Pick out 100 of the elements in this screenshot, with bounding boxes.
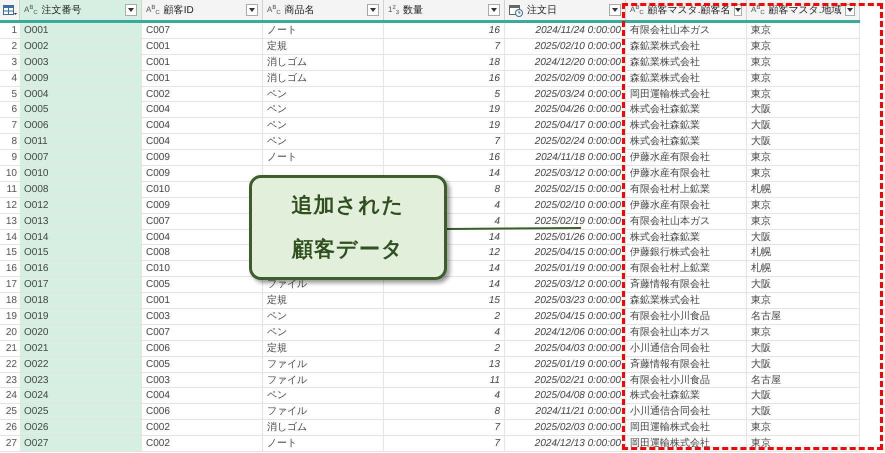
table-cell: C004 xyxy=(146,232,170,243)
table-cell: O010 xyxy=(24,168,48,180)
table-cell: ペン xyxy=(267,104,287,116)
filter-dropdown-button[interactable] xyxy=(367,4,379,16)
table-cell: 4 xyxy=(494,200,500,211)
row-number: 6 xyxy=(10,103,18,118)
table-cell: O015 xyxy=(24,247,48,258)
table-cell: 2 xyxy=(494,342,500,354)
table-cell: O019 xyxy=(24,311,48,322)
row-number: 8 xyxy=(10,135,18,150)
row-number: 3 xyxy=(10,56,18,70)
filter-dropdown-button[interactable] xyxy=(246,4,258,16)
table-icon[interactable] xyxy=(2,4,16,16)
table-cell: 大阪 xyxy=(751,232,771,243)
table-cell: 14 xyxy=(488,279,500,290)
row-number: 4 xyxy=(10,72,18,86)
table-cell: 4 xyxy=(494,326,500,338)
table-cell: 有限会社山本ガス xyxy=(630,216,710,227)
table-cell: 有限会社村上鉱業 xyxy=(630,184,710,195)
table-cell: 小川通信合同会社 xyxy=(630,342,710,354)
table-cell: C006 xyxy=(146,342,170,354)
caret-icon xyxy=(249,8,255,12)
table-cell: 消しゴム xyxy=(267,72,307,84)
table-cell: C010 xyxy=(146,263,170,274)
table-cell: 14 xyxy=(488,168,500,180)
row-number: 20 xyxy=(4,326,18,340)
column-header: 顧客ID xyxy=(164,4,195,18)
row-number: 23 xyxy=(4,374,18,388)
table-cell: 大阪 xyxy=(751,120,771,132)
table-cell: 東京 xyxy=(751,216,771,227)
table-cell: 東京 xyxy=(751,25,771,36)
table-cell: 2025/01/19 0:00:00 xyxy=(534,263,621,274)
table-cell: ノート xyxy=(267,25,297,36)
table-cell: 16 xyxy=(488,25,500,36)
row-number: 15 xyxy=(4,246,18,260)
table-cell: 4 xyxy=(494,216,500,227)
table-cell: C009 xyxy=(146,168,170,180)
caret-icon xyxy=(128,8,134,12)
table-cell: C004 xyxy=(146,136,170,148)
table-cell: 2025/01/19 0:00:00 xyxy=(534,358,621,370)
table-cell: 株式会社森鉱業 xyxy=(630,232,700,243)
calendar-clock-icon[interactable] xyxy=(509,4,523,16)
table-cell: 東京 xyxy=(751,168,771,180)
table-cell: 名古屋 xyxy=(751,311,781,322)
table-cell: 2024/12/06 0:00:00 xyxy=(534,326,621,338)
table-cell: 大阪 xyxy=(751,342,771,354)
table-cell: 8 xyxy=(494,406,500,418)
table-cell: 札幌 xyxy=(751,184,771,195)
table-cell: 大阪 xyxy=(751,279,771,290)
table-cell: 16 xyxy=(488,152,500,164)
table-cell: O020 xyxy=(24,326,48,338)
table-cell: 東京 xyxy=(751,88,771,100)
table-cell: O021 xyxy=(24,342,48,354)
table-cell: 2025/04/03 0:00:00 xyxy=(534,342,621,354)
table-cell: 森鉱業株式会社 xyxy=(630,56,700,68)
table-cell: 東京 xyxy=(751,56,771,68)
table-cell: C003 xyxy=(146,374,170,386)
table-cell: C010 xyxy=(146,184,170,195)
filter-dropdown-button[interactable] xyxy=(609,4,621,16)
table-cell: 伊藤水産有限会社 xyxy=(630,168,710,180)
table-cell: 2025/03/23 0:00:00 xyxy=(534,295,621,306)
row-number: 27 xyxy=(4,437,18,452)
filter-dropdown-button[interactable] xyxy=(488,4,500,16)
row-number: 1 xyxy=(10,24,18,38)
table-cell: 16 xyxy=(488,72,500,84)
table-cell: ファイル xyxy=(267,406,307,418)
table-cell: C009 xyxy=(146,152,170,164)
table-cell: O012 xyxy=(24,200,48,211)
table-cell: 14 xyxy=(488,232,500,243)
table-cell: C007 xyxy=(146,25,170,36)
table-cell: 2024/12/20 0:00:00 xyxy=(534,56,621,68)
table-cell: O011 xyxy=(24,136,48,148)
table-cell: C004 xyxy=(146,390,170,402)
table-cell: 札幌 xyxy=(751,263,771,274)
table-cell: 大阪 xyxy=(751,406,771,418)
table-cell: O024 xyxy=(24,390,48,402)
table-cell: 伊藤銀行株式会社 xyxy=(630,247,710,258)
table-cell: 定規 xyxy=(267,40,287,52)
table-cell: 12 xyxy=(488,247,500,258)
table-cell: 2025/04/15 0:00:00 xyxy=(534,311,621,322)
table-cell: 斉藤情報有限会社 xyxy=(630,358,710,370)
caret-icon xyxy=(491,8,497,12)
table-cell: 2025/02/10 0:00:00 xyxy=(534,200,621,211)
table-cell: O022 xyxy=(24,358,48,370)
row-number: 24 xyxy=(4,389,18,404)
table-cell: ペン xyxy=(267,390,287,402)
table-cell: 14 xyxy=(488,263,500,274)
table-cell: C001 xyxy=(146,72,170,84)
callout-text: 追加された xyxy=(291,192,405,218)
table-cell: ペン xyxy=(267,88,287,100)
table-cell: C004 xyxy=(146,104,170,116)
filter-dropdown-button[interactable] xyxy=(125,4,137,16)
table-cell: 東京 xyxy=(751,200,771,211)
table-cell: 2024/11/24 0:00:00 xyxy=(536,25,621,36)
filter-dropdown-button[interactable] xyxy=(734,4,742,16)
table-cell: 消しゴム xyxy=(267,56,307,68)
table-cell: 東京 xyxy=(751,422,771,434)
callout-text: 顧客データ xyxy=(292,236,404,262)
table-cell: 株式会社森鉱業 xyxy=(630,120,700,132)
table-cell: 大阪 xyxy=(751,390,771,402)
